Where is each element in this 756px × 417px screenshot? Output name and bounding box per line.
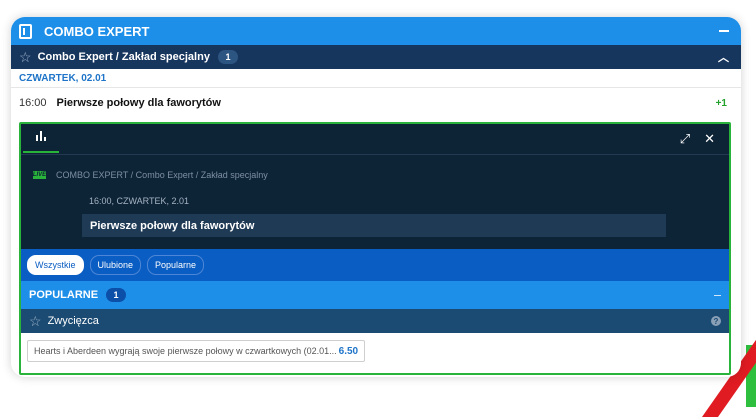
popular-title: POPULARNE [29, 289, 99, 301]
match-time: 16:00 [19, 97, 47, 109]
card-header: COMBO EXPERT [11, 17, 741, 45]
filter-all[interactable]: Wszystkie [27, 255, 84, 275]
selection-label: Hearts i Aberdeen wygrają swoje pierwsze… [34, 346, 337, 356]
collapse-icon[interactable] [719, 30, 729, 32]
popular-count-badge: 1 [106, 288, 127, 302]
detail-header: ⤢ ✕ LIVE COMBO EXPERT / Combo Expert / Z… [21, 124, 729, 249]
filter-bar: Wszystkie Ulubione Popularne [21, 249, 729, 281]
combo-expert-card: COMBO EXPERT ☆ Combo Expert / Zakład spe… [11, 17, 741, 377]
date-label: CZWARTEK, 02.01 [11, 69, 741, 88]
match-name: Pierwsze połowy dla faworytów [56, 97, 221, 109]
count-badge: 1 [217, 50, 238, 64]
card-title: COMBO EXPERT [44, 23, 150, 39]
breadcrumb: LIVE COMBO EXPERT / Combo Expert / Zakła… [33, 170, 268, 180]
market-name: Zwycięzca [47, 315, 99, 327]
odds-button[interactable]: Hearts i Aberdeen wygrają swoje pierwsze… [27, 340, 366, 362]
market-header[interactable]: ☆ Zwycięzca ? [21, 309, 729, 333]
chevron-up-icon[interactable]: ︿ [718, 49, 729, 65]
filter-favorites[interactable]: Ulubione [89, 255, 142, 275]
live-icon: LIVE [32, 171, 47, 179]
filter-popular[interactable]: Popularne [147, 255, 205, 275]
collapse-icon[interactable] [714, 294, 721, 296]
subheader-title: Combo Expert / Zakład specjalny [37, 51, 210, 63]
subheader[interactable]: ☆ Combo Expert / Zakład specjalny 1 ︿ [11, 45, 741, 69]
popular-section-header[interactable]: POPULARNE 1 [21, 281, 729, 309]
help-icon[interactable]: ? [711, 316, 721, 326]
event-datetime: 16:00, CZWARTEK, 2.01 [89, 196, 190, 206]
detail-toolbar: ⤢ ✕ [21, 124, 729, 155]
star-icon[interactable]: ☆ [29, 313, 42, 330]
stats-icon [36, 131, 46, 141]
star-icon[interactable]: ☆ [19, 49, 32, 66]
tab-statistics[interactable] [23, 125, 59, 153]
odds-value: 6.50 [338, 345, 359, 357]
breadcrumb-text: COMBO EXPERT / Combo Expert / Zakład spe… [56, 170, 268, 180]
more-markets-count[interactable]: +1 [716, 98, 727, 109]
match-row[interactable]: 16:00 Pierwsze połowy dla faworytów +1 [11, 88, 741, 118]
event-title: Pierwsze połowy dla faworytów [82, 214, 666, 237]
selections: Hearts i Aberdeen wygrają swoje pierwsze… [21, 333, 729, 369]
match-detail-panel: ⤢ ✕ LIVE COMBO EXPERT / Combo Expert / Z… [19, 122, 731, 375]
close-icon[interactable]: ✕ [704, 131, 715, 147]
expand-icon[interactable]: ⤢ [680, 131, 690, 147]
book-icon [19, 23, 32, 39]
